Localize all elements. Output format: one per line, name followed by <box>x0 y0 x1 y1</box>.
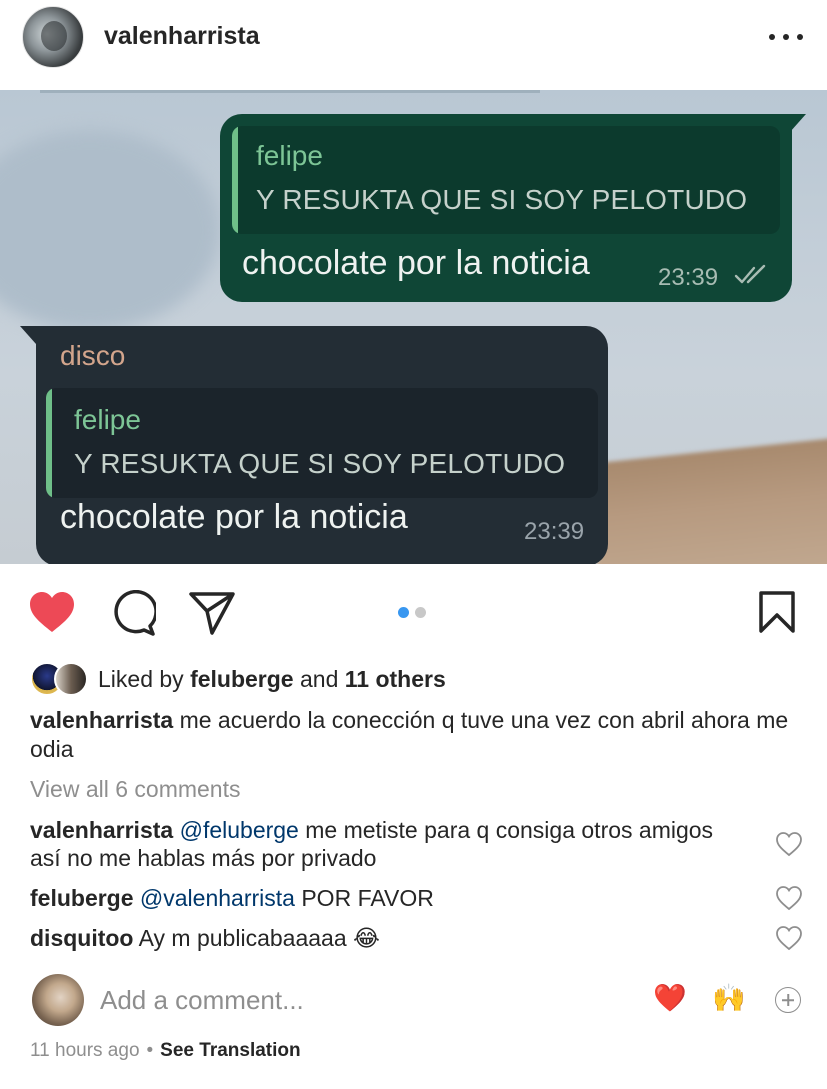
comment-item: feluberge @valenharrista POR FAVOR <box>30 884 750 912</box>
likes-text[interactable]: Liked by feluberge and 11 others <box>98 666 446 693</box>
quote-bar <box>232 126 238 234</box>
quick-emoji-raised-hands[interactable]: 🙌 <box>712 984 746 1014</box>
comment-item: disquitoo Ay m publicabaaaaa 😂 <box>30 924 750 952</box>
meta-separator: • <box>146 1040 154 1061</box>
comment-like-heart-icon[interactable] <box>775 925 803 951</box>
comment-username[interactable]: disquitoo <box>30 925 133 951</box>
received-quoted-reply: felipe Y RESUKTA QUE SI SOY PELOTUDO <box>46 388 598 498</box>
comment-username[interactable]: feluberge <box>30 885 134 911</box>
likes-middle: and <box>293 665 345 692</box>
comment-text: Ay m publicabaaaaa 😂 <box>138 925 380 951</box>
view-all-comments-link[interactable]: View all 6 comments <box>30 776 241 803</box>
post-time-ago: 11 hours ago <box>30 1040 140 1061</box>
bookmark-icon[interactable] <box>758 590 796 634</box>
plus-circle-icon[interactable] <box>775 987 801 1013</box>
likes-user[interactable]: feluberge <box>190 666 294 692</box>
current-user-avatar <box>32 974 84 1026</box>
double-check-icon <box>734 264 766 284</box>
comment-bubble-icon[interactable] <box>110 590 156 636</box>
comment-item: valenharrista @feluberge me metiste para… <box>30 816 750 872</box>
comment-like-heart-icon[interactable] <box>775 831 803 857</box>
sent-quoted-reply: felipe Y RESUKTA QUE SI SOY PELOTUDO <box>232 126 780 234</box>
caption-username[interactable]: valenharrista <box>30 707 173 733</box>
message-time: 23:39 <box>524 518 585 545</box>
quote-text: Y RESUKTA QUE SI SOY PELOTUDO <box>74 448 566 479</box>
received-message-bubble: disco felipe Y RESUKTA QUE SI SOY PELOTU… <box>20 326 608 564</box>
likes-others[interactable]: 11 others <box>345 666 446 692</box>
add-comment-input[interactable] <box>100 982 620 1018</box>
quick-emoji-heart[interactable]: ❤️ <box>653 984 687 1014</box>
comment-mention[interactable]: @feluberge <box>180 817 299 843</box>
quote-sender-name: felipe <box>74 404 141 435</box>
comment-text: POR FAVOR <box>301 885 434 911</box>
liker-avatar <box>54 662 88 696</box>
post-image[interactable]: felipe Y RESUKTA QUE SI SOY PELOTUDO cho… <box>0 90 827 564</box>
profile-avatar[interactable] <box>22 6 84 68</box>
image-edge-line <box>40 90 540 93</box>
comment-like-heart-icon[interactable] <box>775 885 803 911</box>
add-comment-row: ❤️ 🙌 <box>0 968 827 1030</box>
heart-filled-icon[interactable] <box>28 590 76 634</box>
background-building <box>597 436 827 564</box>
see-translation-link[interactable]: See Translation <box>160 1040 300 1061</box>
carousel-dot-active <box>398 607 409 618</box>
comment-username[interactable]: valenharrista <box>30 817 173 843</box>
paper-plane-icon[interactable] <box>188 590 236 636</box>
likes-summary[interactable]: Liked by feluberge and 11 others <box>30 662 446 696</box>
post-header: valenharrista <box>0 0 827 88</box>
sky-blob <box>0 130 220 330</box>
sent-message-bubble: felipe Y RESUKTA QUE SI SOY PELOTUDO cho… <box>220 114 806 302</box>
more-horizontal-icon[interactable] <box>769 30 803 44</box>
post-username[interactable]: valenharrista <box>104 22 260 51</box>
quote-sender-name: felipe <box>256 140 323 171</box>
carousel-indicator <box>398 607 426 618</box>
post-meta: 11 hours ago • See Translation <box>30 1040 301 1062</box>
message-text: chocolate por la noticia <box>60 498 408 536</box>
carousel-dot <box>415 607 426 618</box>
quote-bar <box>46 388 52 498</box>
message-sender-name: disco <box>60 340 126 371</box>
quote-text: Y RESUKTA QUE SI SOY PELOTUDO <box>256 184 748 215</box>
post-caption: valenharrista me acuerdo la conección q … <box>30 706 800 764</box>
message-text: chocolate por la noticia <box>242 244 590 282</box>
comment-mention[interactable]: @valenharrista <box>140 885 295 911</box>
message-time: 23:39 <box>658 264 719 291</box>
likes-prefix: Liked by <box>98 665 191 692</box>
